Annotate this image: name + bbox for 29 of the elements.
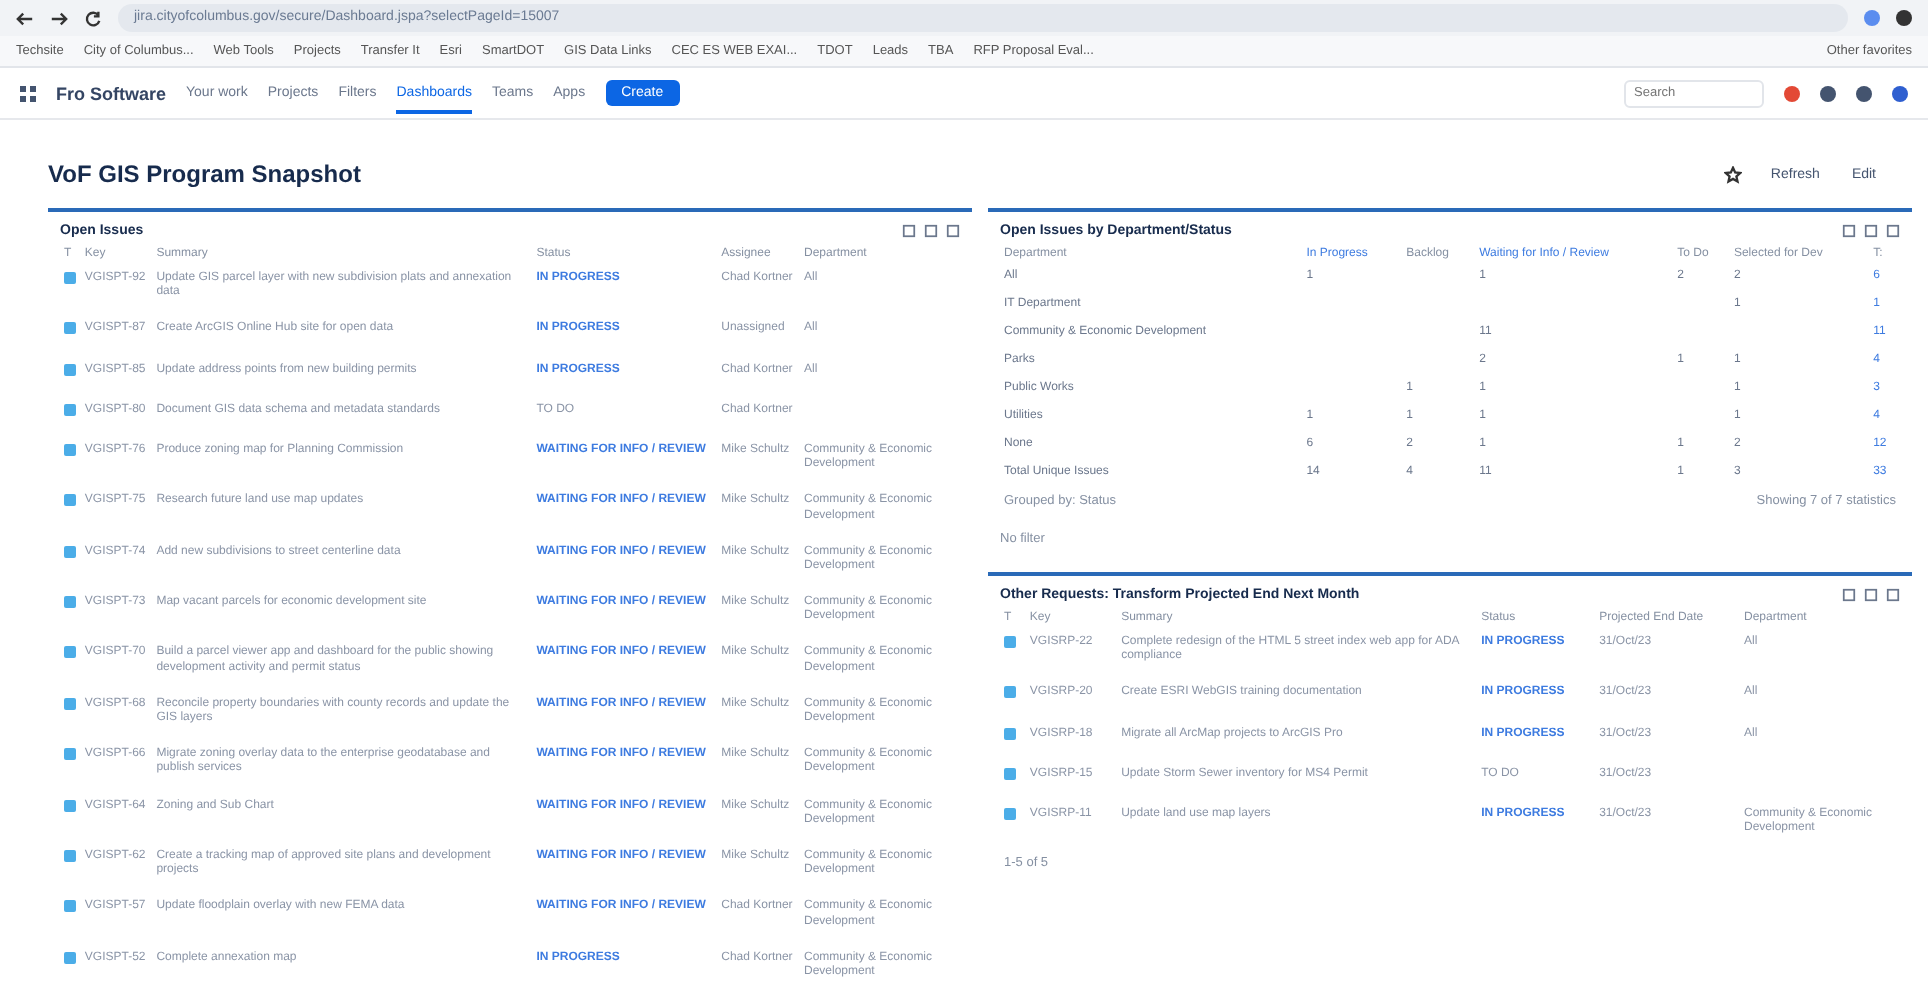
task-icon — [64, 322, 76, 335]
task-icon — [64, 951, 76, 964]
task-icon — [64, 697, 76, 710]
task-icon — [64, 545, 76, 558]
task-icon — [64, 403, 76, 416]
app-grid-icon[interactable] — [20, 85, 36, 101]
task-icon — [64, 272, 76, 284]
task-icon — [64, 363, 76, 376]
task-icon — [64, 596, 76, 609]
task-icon — [1004, 807, 1016, 820]
task-icon — [1004, 727, 1016, 740]
task-icon — [1004, 636, 1016, 648]
back-icon[interactable] — [16, 9, 34, 27]
reload-icon[interactable] — [84, 9, 102, 27]
task-icon — [1004, 767, 1016, 780]
task-icon — [64, 494, 76, 507]
task-icon — [64, 443, 76, 456]
brand-name[interactable]: Fro Software — [56, 83, 167, 103]
user-avatar[interactable] — [1892, 85, 1908, 101]
task-icon — [1004, 686, 1016, 699]
task-icon — [64, 799, 76, 812]
star-icon[interactable] — [1724, 165, 1743, 183]
task-icon — [64, 646, 76, 659]
task-icon — [64, 748, 76, 761]
task-icon — [64, 900, 76, 913]
forward-icon[interactable] — [50, 9, 68, 27]
profile-avatar[interactable] — [1896, 10, 1912, 26]
dashboard-title: VoF GIS Program Snapshot — [48, 160, 363, 188]
task-icon — [64, 849, 76, 862]
